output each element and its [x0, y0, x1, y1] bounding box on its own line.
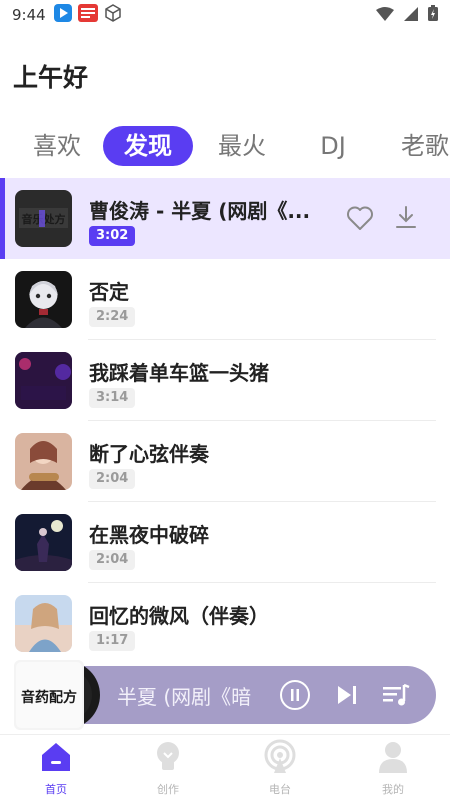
- song-cover: [15, 352, 72, 409]
- battery-icon: [428, 5, 438, 25]
- status-app-icons: [53, 4, 122, 26]
- playlist-icon: [383, 683, 410, 706]
- mini-player-title: 半夏 (网剧《暗: [117, 685, 252, 709]
- song-duration: 2:04: [89, 469, 136, 489]
- tab-dj[interactable]: DJ: [296, 126, 370, 166]
- playing-indicator-bar: [0, 178, 5, 259]
- bottom-nav: 首页 创作 电台 我的: [0, 734, 450, 800]
- nav-radio[interactable]: 电台: [245, 739, 315, 797]
- greeting-title: 上午好: [13, 63, 89, 92]
- nav-home-label: 首页: [45, 783, 67, 796]
- skip-next-icon: [338, 686, 356, 704]
- mini-cover-logo-text: 音药配方: [21, 689, 77, 706]
- tab-like[interactable]: 喜欢: [18, 126, 96, 166]
- status-right: [376, 5, 438, 25]
- download-icon: [396, 206, 416, 228]
- home-icon: [42, 743, 70, 771]
- song-duration: 1:17: [89, 631, 136, 651]
- nav-create-label: 创作: [157, 783, 179, 796]
- song-cover: [15, 271, 72, 328]
- song-duration: 2:24: [89, 307, 136, 327]
- mini-player-cover[interactable]: 音药配方: [14, 660, 100, 730]
- song-title: 断了心弦伴奏: [89, 442, 209, 466]
- nav-radio-label: 电台: [269, 783, 291, 796]
- lightbulb-icon: [157, 742, 179, 770]
- song-title: 回忆的微风（伴奏）: [89, 604, 269, 628]
- nav-home[interactable]: 首页: [21, 739, 91, 797]
- person-icon: [379, 742, 407, 773]
- song-duration: 3:02: [89, 226, 136, 246]
- song-row[interactable]: 断了心弦伴奏 2:04: [0, 421, 450, 502]
- song-list: 音乐处方 曹俊涛 - 半夏 (网剧《... 3:02 否定 2:24: [0, 178, 450, 664]
- tab-discover[interactable]: 发现: [103, 126, 193, 166]
- song-title: 我踩着单车篮一头猪: [89, 361, 269, 385]
- signal-icon: [404, 6, 418, 25]
- song-title: 曹俊涛 - 半夏 (网剧《...: [89, 199, 311, 223]
- wifi-icon: [376, 6, 394, 25]
- category-tabs: 喜欢 发现 最火 DJ 老歌: [0, 126, 450, 170]
- song-row-playing[interactable]: 音乐处方 曹俊涛 - 半夏 (网剧《... 3:02: [0, 178, 450, 259]
- playlist-button[interactable]: [380, 679, 412, 711]
- song-title: 否定: [89, 280, 129, 304]
- mini-player[interactable]: 音药配方 半夏 (网剧《暗: [14, 660, 436, 730]
- song-duration: 2:04: [89, 550, 136, 570]
- song-cover: [15, 595, 72, 652]
- song-cover: [15, 433, 72, 490]
- tab-hottest[interactable]: 最火: [203, 126, 281, 166]
- status-time: 9:44: [12, 6, 46, 24]
- radio-icon: [264, 739, 296, 773]
- nav-create[interactable]: 创作: [133, 739, 203, 797]
- player-app-icon: [53, 4, 72, 26]
- song-title: 在黑夜中破碎: [89, 523, 209, 547]
- song-duration: 3:14: [89, 388, 136, 408]
- song-row[interactable]: 回忆的微风（伴奏） 1:17: [0, 583, 450, 664]
- nav-profile-label: 我的: [382, 783, 404, 796]
- pause-icon: [280, 680, 310, 710]
- tab-oldies[interactable]: 老歌: [386, 126, 450, 166]
- heart-icon: [347, 206, 373, 230]
- nav-profile[interactable]: 我的: [358, 739, 428, 797]
- status-bar: 9:44: [0, 0, 450, 30]
- download-button[interactable]: [392, 203, 420, 231]
- favorite-button[interactable]: [346, 205, 374, 231]
- next-button[interactable]: [331, 679, 363, 711]
- pause-button[interactable]: [279, 679, 311, 711]
- news-app-icon: [77, 4, 98, 26]
- song-cover: 音乐处方: [15, 190, 72, 247]
- song-cover: [15, 514, 72, 571]
- cube-app-icon: [104, 4, 122, 26]
- song-row[interactable]: 在黑夜中破碎 2:04: [0, 502, 450, 583]
- song-row[interactable]: 否定 2:24: [0, 259, 450, 340]
- song-row[interactable]: 我踩着单车篮一头猪 3:14: [0, 340, 450, 421]
